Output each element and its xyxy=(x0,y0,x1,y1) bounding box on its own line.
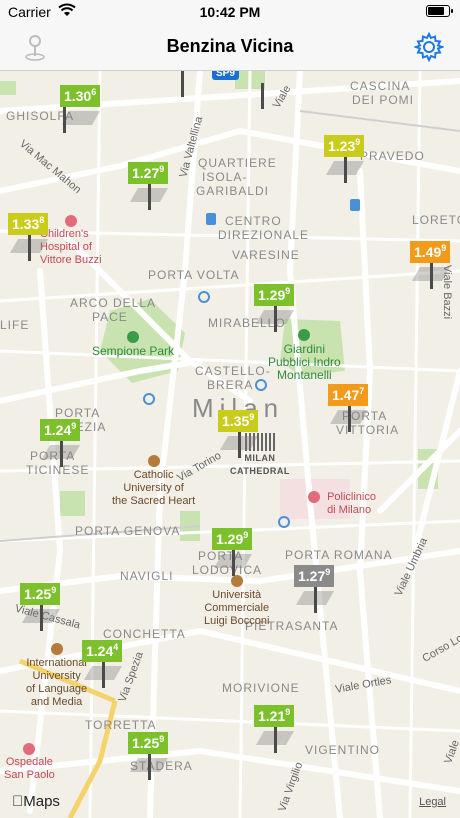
price-tag: 1.219 xyxy=(254,705,295,727)
district-label: PORTA GENOVA xyxy=(75,524,181,538)
university-icon xyxy=(50,643,63,655)
district-label: VITTORIA xyxy=(336,423,400,437)
district-label: PORTA xyxy=(55,406,101,420)
legal-link[interactable]: Legal xyxy=(419,796,446,808)
policlinico-poi[interactable]: Policlinico di Milano xyxy=(308,491,376,517)
district-label: ARCO DELLA xyxy=(70,296,157,310)
price-tag: 1.239 xyxy=(324,135,365,157)
price-tag: 1.279 xyxy=(294,565,335,587)
apple-logo-icon:  xyxy=(12,793,23,810)
metro-icon xyxy=(198,291,210,303)
hospital-icon xyxy=(64,215,77,227)
district-label: CONCHETTA xyxy=(103,627,186,641)
district-label: DIREZIONALE xyxy=(218,228,310,242)
district-label: BRERA xyxy=(207,378,254,392)
price-tag: 1.499 xyxy=(410,241,451,263)
page-title: Benzina Vicina xyxy=(166,36,294,56)
bus-stop-icon xyxy=(206,213,216,225)
district-label: CASCINA xyxy=(350,79,411,93)
settings-button[interactable] xyxy=(413,31,445,67)
price-tag: 1.477 xyxy=(328,384,369,406)
district-label: PRAVEDO xyxy=(360,149,425,163)
bocconi-poi[interactable]: Università Commerciale Luigi Bocconi xyxy=(204,575,269,628)
clock: 10:42 PM xyxy=(199,4,261,20)
district-label: GARIBALDI xyxy=(196,184,270,198)
price-tag: 1.249 xyxy=(40,419,81,441)
metro-icon xyxy=(143,393,155,405)
price-tag: 1.338 xyxy=(8,213,49,235)
bus-stop-icon xyxy=(350,199,360,211)
price-tag: 1.259 xyxy=(20,583,61,605)
metro-icon xyxy=(278,516,290,528)
metro-icon xyxy=(255,379,267,391)
status-bar: Carrier 10:42 PM xyxy=(0,0,460,24)
price-tag: 1.244 xyxy=(82,640,123,662)
district-label: PACE xyxy=(92,310,128,324)
district-label: TICINESE xyxy=(26,463,90,477)
university-icon xyxy=(230,575,243,587)
university-icon xyxy=(147,455,160,467)
hospital-icon xyxy=(23,743,36,755)
district-label: PORTA ROMANA xyxy=(285,548,393,562)
giardini-poi[interactable]: Giardini Pubblici Indro Montanelli xyxy=(268,329,341,382)
park-icon xyxy=(298,329,311,341)
price-tag: 1.299 xyxy=(212,528,253,550)
district-label: QUARTIERE xyxy=(198,156,277,170)
ospedale-poi[interactable]: Ospedale San Paolo xyxy=(4,743,55,782)
district-label: VIGENTINO xyxy=(305,743,381,757)
district-label: LORETO xyxy=(412,213,460,227)
price-tag: 1.359 xyxy=(218,410,259,432)
district-label: CASTELLO- xyxy=(195,364,271,378)
price-tag: 1.299 xyxy=(254,284,295,306)
district-label: NAVIGLI xyxy=(120,569,174,583)
district-label: TORRETTA xyxy=(85,718,157,732)
district-label: MORIVIONE xyxy=(222,681,300,695)
navigation-bar: Benzina Vicina xyxy=(0,24,460,71)
battery-icon xyxy=(426,5,453,17)
catholic-university-poi[interactable]: Catholic University of the Sacred Heart xyxy=(112,455,195,508)
hospital-icon xyxy=(308,491,320,503)
district-label: PORTA VOLTA xyxy=(148,268,240,282)
price-tag: 1.306 xyxy=(60,85,101,107)
district-label: CENTRO xyxy=(225,214,282,228)
settings-gear-icon xyxy=(413,31,445,63)
road-badge: SP9 xyxy=(212,71,239,80)
district-label: DEI POMI xyxy=(352,93,415,107)
map-view[interactable]: GHISOLFA QUARTIERE ISOLA- GARIBALDI CENT… xyxy=(0,71,460,818)
international-university-poi[interactable]: International University of Language and… xyxy=(26,643,87,709)
district-label: LIFE xyxy=(0,318,30,332)
price-tag: 1.259 xyxy=(128,732,169,754)
childrens-hospital-poi[interactable]: Children's Hospital of Vittore Buzzi xyxy=(40,215,102,267)
sempione-park-poi[interactable]: Sempione Park xyxy=(92,331,174,358)
apple-maps-logo: Maps xyxy=(12,793,60,810)
park-icon xyxy=(127,331,140,343)
district-label: ISOLA- xyxy=(202,170,248,184)
price-tag: 1.279 xyxy=(128,162,169,184)
district-label: VARESINE xyxy=(232,248,300,262)
